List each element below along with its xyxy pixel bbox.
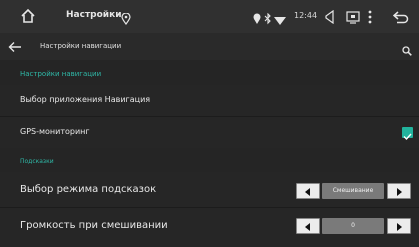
setting-label: GPS-мониторинг [20,127,90,136]
wifi-icon [274,11,286,25]
hint-mode-value: Смешивание [322,183,384,199]
hint-mode-prev-button[interactable] [296,183,320,199]
more-vert-icon[interactable] [368,9,372,24]
location-icon [121,10,131,26]
bluetooth-icon [264,10,272,25]
arrow-left-icon [305,223,310,231]
mix-volume-increase-button[interactable] [387,218,411,234]
section-header-label: Подсказки [20,158,54,165]
mix-volume-value: 0 [322,218,384,234]
setting-row-nav-app[interactable]: Выбор приложения Навигация [0,85,419,117]
status-title: Настройки [66,10,122,20]
system-top-bar: Настройки 12:44 [0,0,419,33]
setting-label: Выбор режима подсказок [20,184,157,195]
mix-volume-decrease-button[interactable] [296,218,320,234]
location-icon [253,10,261,24]
section-header-hints: Подсказки [0,148,419,172]
setting-row-gps[interactable]: GPS-мониторинг [0,117,419,148]
home-icon[interactable] [20,8,36,24]
arrow-left-icon[interactable] [8,39,22,53]
setting-label: Громкость при смешивании [20,220,168,231]
section-header-navigation: Настройки навигации [0,60,419,85]
page-title: Настройки навигации [40,42,122,50]
volume-icon[interactable] [323,9,335,25]
clock: 12:44 [294,11,318,20]
search-icon[interactable] [402,41,412,56]
setting-row-hint-mode: Выбор режима подсказок Смешивание [0,172,419,208]
arrow-right-icon [397,223,402,231]
return-icon[interactable] [392,9,409,24]
arrow-right-icon [397,188,402,196]
screen-icon[interactable] [346,9,360,24]
check-icon [403,133,412,141]
section-header-label: Настройки навигации [20,70,102,78]
arrow-left-icon [305,188,310,196]
app-bar: Настройки навигации [0,33,419,60]
setting-row-mix-volume: Громкость при смешивании 0 [0,208,419,247]
hint-mode-next-button[interactable] [387,183,411,199]
setting-label: Выбор приложения Навигация [20,95,151,104]
gps-checkbox[interactable] [402,127,413,141]
